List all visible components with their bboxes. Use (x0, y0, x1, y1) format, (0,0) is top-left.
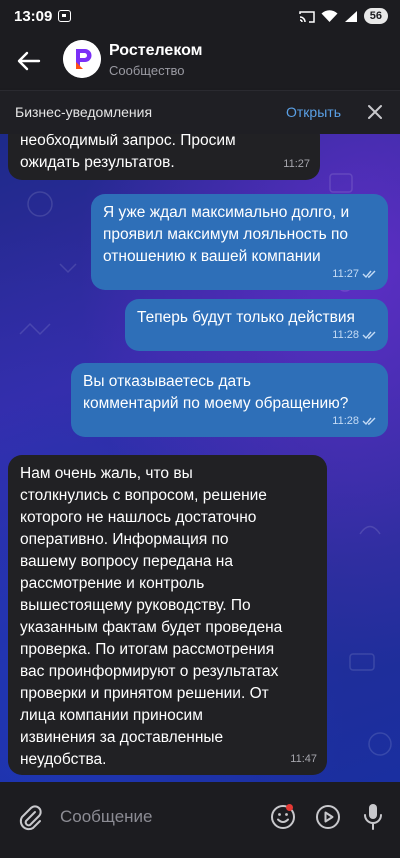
emoji-notification-dot (286, 804, 293, 811)
chat-subtitle: Сообщество (109, 63, 185, 78)
status-time: 13:09 (14, 8, 53, 25)
cast-icon (299, 10, 315, 23)
mic-icon[interactable] (362, 802, 384, 832)
business-notifications-bar: Бизнес-уведомления Открыть (0, 90, 400, 135)
play-icon[interactable] (315, 804, 341, 830)
chat-title[interactable]: Ростелеком (109, 42, 203, 60)
outgoing-message[interactable]: Вы отказываетесь дать комментарий по мое… (71, 363, 388, 437)
back-arrow-icon[interactable] (14, 46, 44, 76)
message-text: Вы отказываетесь дать комментарий по мое… (83, 373, 349, 412)
double-check-icon (362, 331, 376, 340)
outgoing-message[interactable]: Я уже ждал максимально долго, и проявил … (91, 194, 388, 290)
message-text: необходимый запрос. Просим ожидать резул… (20, 134, 236, 171)
chat-header: Ростелеком Сообщество (0, 34, 400, 88)
rostelecom-logo-icon (63, 40, 101, 78)
status-bar: 13:09 56 (0, 0, 400, 34)
status-icons: 56 (299, 8, 388, 24)
business-notifications-label: Бизнес-уведомления (15, 104, 153, 120)
message-input[interactable]: Сообщение (60, 807, 153, 827)
chat-area[interactable]: необходимый запрос. Просим ожидать резул… (0, 134, 400, 782)
attach-icon[interactable] (17, 804, 43, 832)
incoming-message[interactable]: Нам очень жаль, что вы столкнулись с воп… (8, 455, 327, 775)
message-time: 11:28 (332, 415, 359, 427)
signal-icon (344, 10, 357, 22)
message-text: Я уже ждал максимально долго, и проявил … (103, 204, 350, 265)
close-icon[interactable] (365, 102, 385, 122)
battery-indicator: 56 (363, 8, 388, 24)
double-check-icon (362, 270, 376, 279)
message-time: 11:47 (290, 753, 317, 765)
screenshot-notification-icon (58, 10, 71, 22)
message-input-bar: Сообщение (0, 782, 400, 858)
outgoing-message[interactable]: Теперь будут только действия 11:28 (125, 299, 388, 351)
open-button[interactable]: Открыть (286, 104, 341, 120)
message-time: 11:27 (283, 158, 310, 170)
incoming-message[interactable]: необходимый запрос. Просим ожидать резул… (8, 134, 320, 180)
message-time: 11:28 (332, 329, 359, 341)
double-check-icon (362, 417, 376, 426)
message-text: Нам очень жаль, что вы столкнулись с воп… (20, 465, 283, 768)
message-time: 11:27 (332, 268, 359, 280)
avatar[interactable] (63, 40, 101, 78)
wifi-icon (321, 9, 338, 22)
